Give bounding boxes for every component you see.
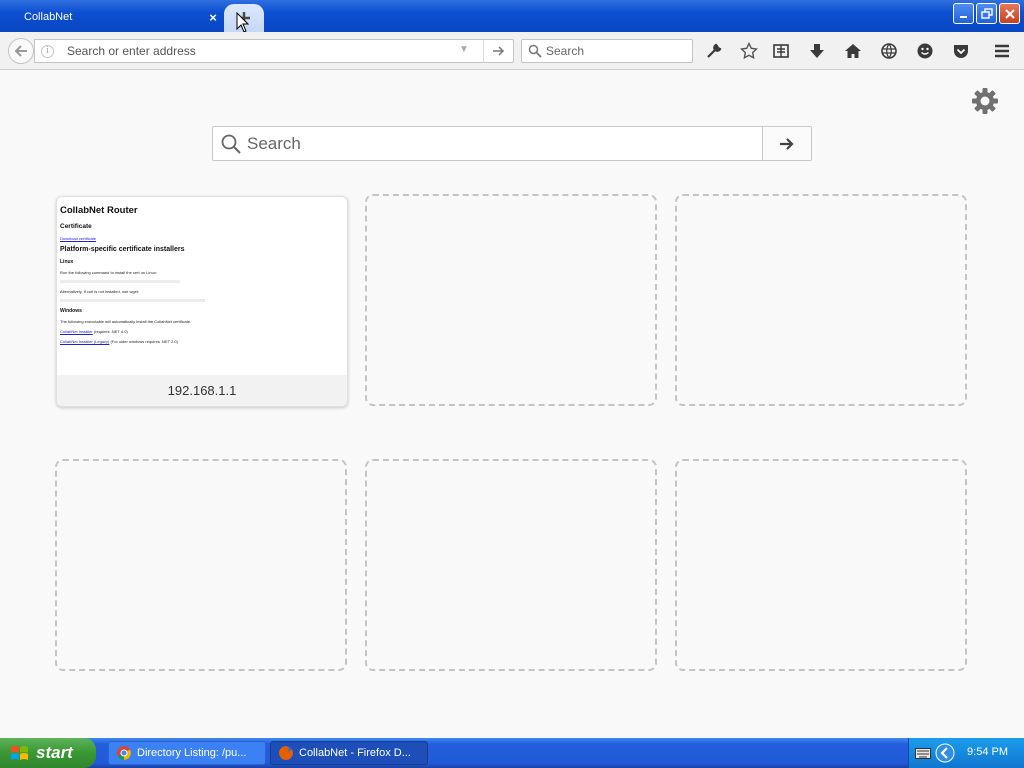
- gear-icon[interactable]: [970, 86, 1000, 116]
- restore-icon[interactable]: [976, 3, 997, 24]
- search-bar[interactable]: [521, 39, 693, 63]
- window-controls: [953, 3, 1020, 24]
- thumb-certificate-heading: Certificate: [60, 223, 92, 230]
- reading-list-icon[interactable]: [770, 40, 792, 62]
- empty-tile: [55, 459, 347, 671]
- thumb-heading: CollabNet Router: [60, 205, 138, 216]
- thumb-certificate-link: Download certificate: [60, 236, 97, 241]
- tile-caption: 192.168.1.1: [57, 375, 347, 406]
- chevron-left-icon[interactable]: [935, 743, 955, 763]
- windows-logo-icon: [11, 746, 28, 760]
- thumb-linux-text: Run the following command to install the…: [60, 270, 157, 275]
- thumb-alt-text: Alternatively, if curl is not installed,…: [60, 289, 140, 294]
- home-icon[interactable]: [842, 40, 864, 62]
- thumb-installer-link: CollabNet Installer: [60, 329, 93, 334]
- navigation-toolbar: i ▼: [0, 32, 1024, 70]
- thumb-legacy-note: (For older windows requires .NET 2.0): [110, 339, 178, 344]
- search-icon: [528, 44, 542, 58]
- taskbar-item-firefox[interactable]: CollabNet - Firefox D...: [270, 741, 428, 765]
- firefox-icon: [279, 746, 293, 760]
- history-dropdown-icon[interactable]: ▼: [459, 44, 469, 55]
- url-input[interactable]: [67, 43, 457, 59]
- back-arrow-icon: [14, 45, 27, 57]
- url-bar[interactable]: i ▼: [34, 39, 514, 63]
- arrow-right-icon: [492, 46, 504, 56]
- tab-collabnet[interactable]: CollabNet ×: [10, 4, 224, 30]
- search-input[interactable]: [546, 44, 686, 58]
- thumb-code-line: [60, 299, 205, 302]
- start-label: start: [36, 743, 73, 762]
- empty-tile: [365, 194, 657, 406]
- search-icon: [221, 134, 241, 154]
- wrench-icon[interactable]: [703, 40, 725, 62]
- thumb-windows-heading: Windows: [60, 308, 82, 314]
- back-button[interactable]: [8, 38, 34, 64]
- arrow-right-icon: [780, 137, 794, 150]
- tab-title: CollabNet: [24, 11, 73, 23]
- newtab-search-bar[interactable]: [212, 126, 812, 161]
- tile-thumbnail: CollabNet Router Certificate Download ce…: [57, 197, 347, 377]
- menu-icon[interactable]: [991, 40, 1013, 62]
- clock[interactable]: 9:54 PM: [967, 746, 1008, 758]
- bookmark-star-icon[interactable]: [738, 40, 760, 62]
- task-label: Directory Listing: /pu...: [137, 747, 247, 759]
- title-bar: CollabNet ×: [0, 0, 1024, 33]
- empty-tile: [675, 194, 967, 406]
- smiley-icon[interactable]: [914, 40, 936, 62]
- empty-tile: [365, 459, 657, 671]
- start-button[interactable]: start: [0, 738, 96, 768]
- minimize-icon[interactable]: [953, 3, 974, 24]
- thumb-linux-heading: Linux: [60, 259, 74, 265]
- thumb-platform-heading: Platform-specific certificate installers: [60, 246, 185, 253]
- go-button[interactable]: [483, 40, 513, 62]
- system-tray: 9:54 PM: [908, 738, 1024, 768]
- mouse-cursor-icon: [236, 12, 250, 33]
- chrome-icon: [117, 746, 131, 760]
- pocket-icon[interactable]: [950, 40, 972, 62]
- globe-icon[interactable]: [878, 40, 900, 62]
- newtab-search-input[interactable]: [247, 133, 747, 155]
- thumb-installer-note: (requires .NET 4.0): [93, 329, 128, 334]
- info-icon[interactable]: i: [41, 45, 54, 58]
- newtab-search-go-button[interactable]: [762, 127, 811, 160]
- taskbar: start Directory Listing: /pu... CollabNe…: [0, 738, 1024, 768]
- keyboard-icon[interactable]: [915, 746, 931, 760]
- download-icon[interactable]: [806, 40, 828, 62]
- tab-close-icon[interactable]: ×: [202, 10, 224, 25]
- taskbar-item-directory-listing[interactable]: Directory Listing: /pu...: [108, 741, 266, 765]
- empty-tile: [675, 459, 967, 671]
- close-icon[interactable]: [999, 3, 1020, 24]
- thumb-legacy-link: CollabNet Installer (Legacy): [60, 339, 110, 344]
- thumb-windows-text: The following executable will automatica…: [60, 319, 192, 324]
- thumb-code-line: [60, 280, 180, 283]
- top-site-tile[interactable]: CollabNet Router Certificate Download ce…: [56, 196, 348, 407]
- task-label: CollabNet - Firefox D...: [299, 747, 411, 759]
